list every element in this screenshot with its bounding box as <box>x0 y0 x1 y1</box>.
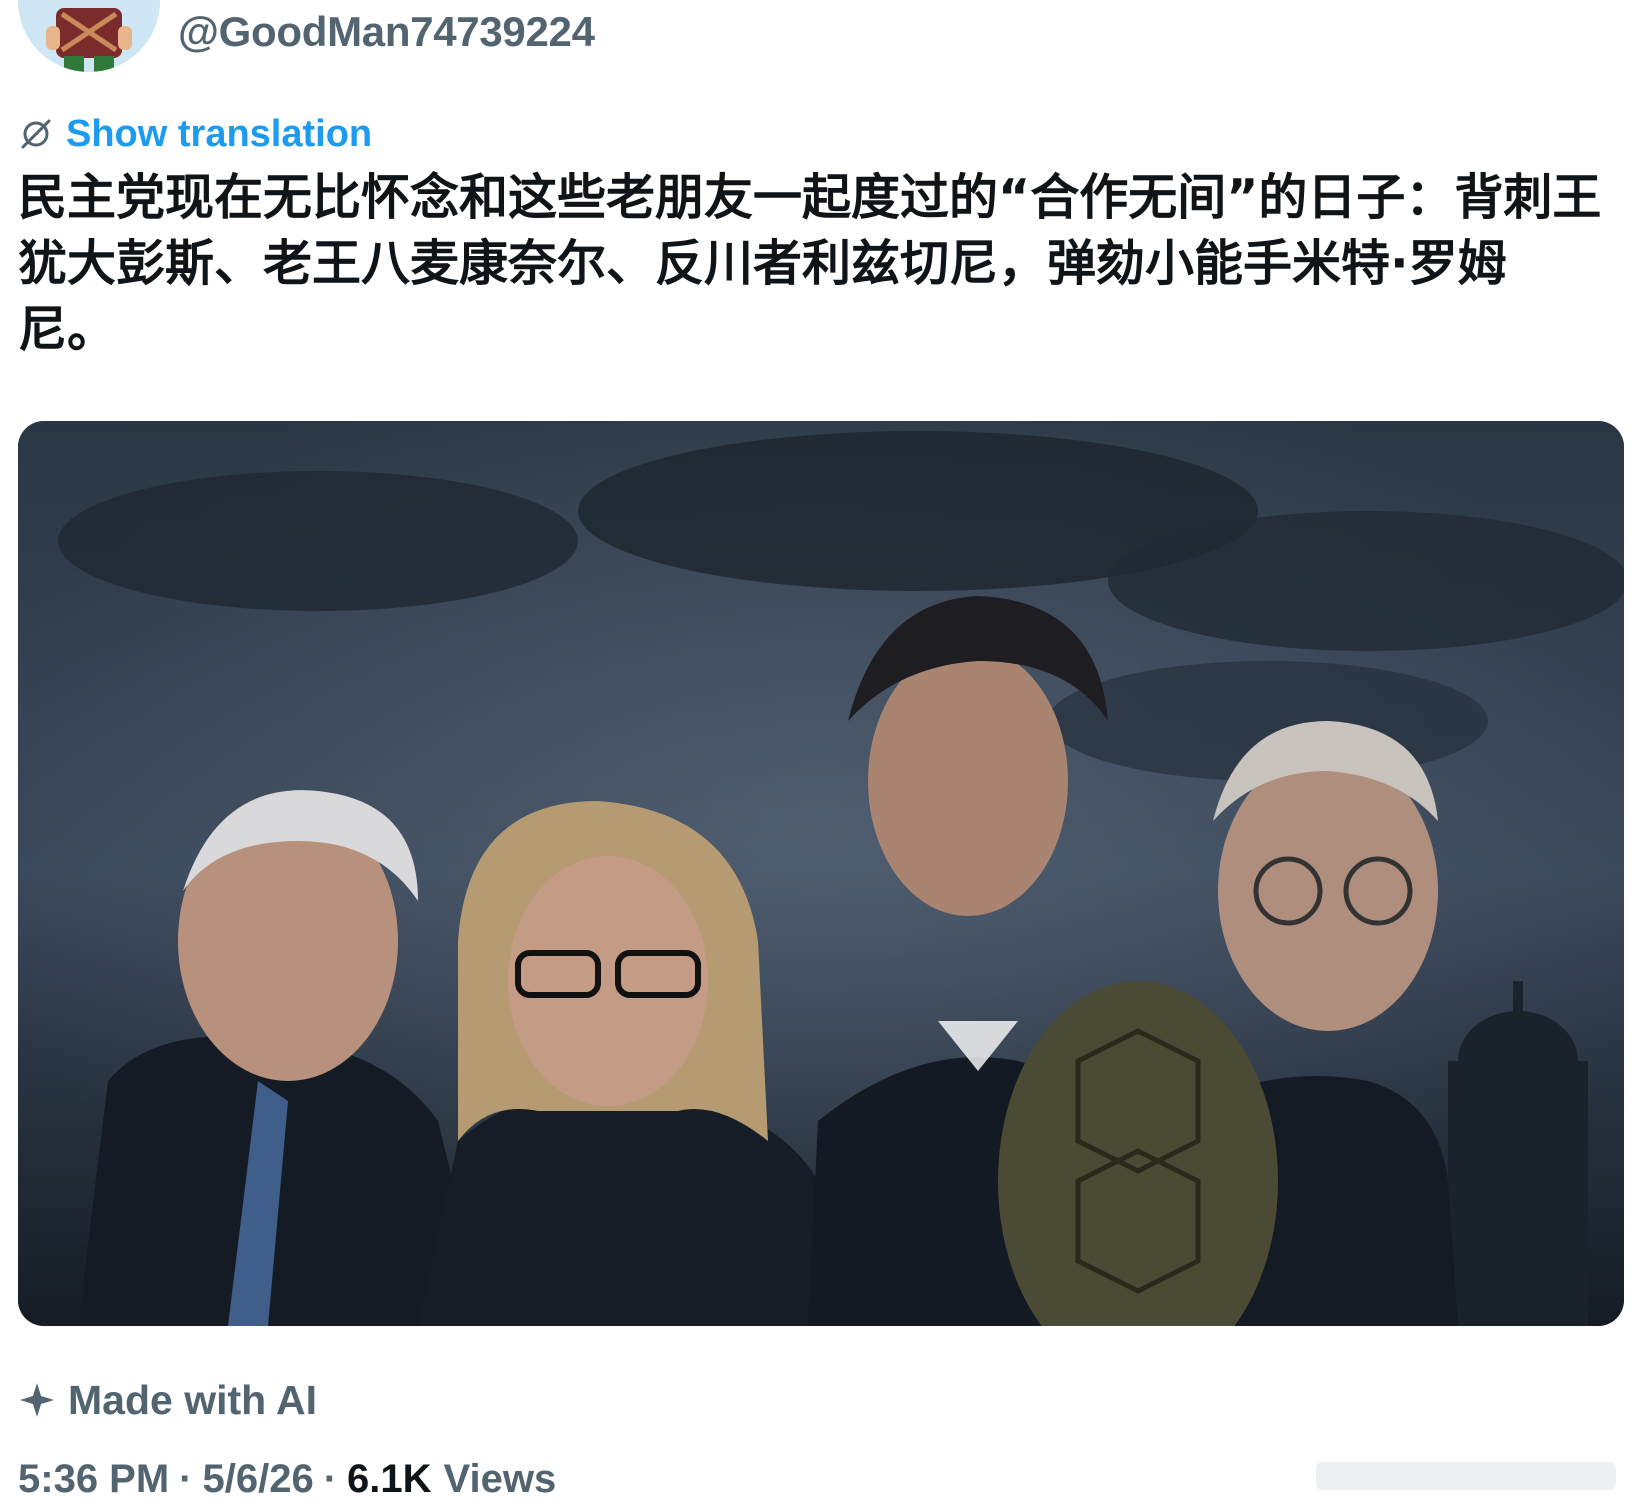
made-with-ai-label[interactable]: Made with AI <box>18 1372 317 1428</box>
globe-slash-icon <box>21 119 51 149</box>
ai-photo-four-politicians <box>18 421 1624 1326</box>
views-label: Views <box>443 1456 557 1501</box>
tweet-text: 民主党现在无比怀念和这些老朋友一起度过的“合作无间”的日子：背刺王 犹大彭斯、老… <box>18 169 1602 358</box>
meta-separator: · <box>179 1456 193 1501</box>
tweet-media-image[interactable] <box>18 421 1624 1326</box>
made-with-ai-text: Made with AI <box>68 1376 318 1423</box>
show-translation-button[interactable]: Show translation <box>18 110 372 158</box>
sparkle-icon <box>20 1383 54 1417</box>
views-count: 6.1K <box>347 1456 432 1501</box>
platform-watermark <box>1306 1452 1626 1498</box>
cartoon-avatar-icon <box>18 0 160 72</box>
author-handle[interactable]: @GoodMan74739224 <box>178 8 595 56</box>
tweet-date[interactable]: 5/6/26 <box>203 1457 314 1502</box>
tweet-meta: 5:36 PM · 5/6/26 · 6.1K Views <box>18 1450 556 1508</box>
show-translation-label: Show translation <box>66 112 373 155</box>
meta-separator: · <box>323 1456 338 1501</box>
author-avatar[interactable] <box>18 0 160 72</box>
watermark-logo-icon <box>1316 1462 1616 1490</box>
tweet-time[interactable]: 5:36 PM <box>18 1457 169 1502</box>
